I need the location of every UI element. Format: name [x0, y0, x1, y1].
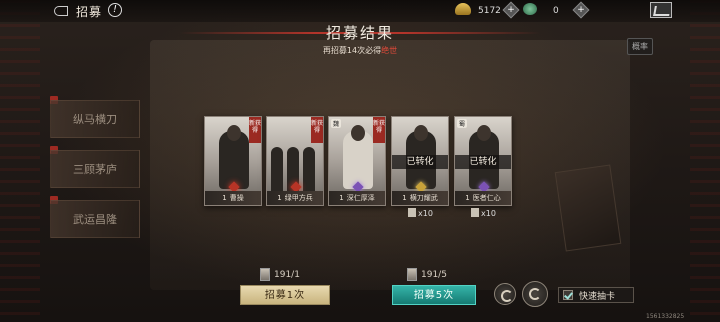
- recruit-once-button[interactable]: 招募1次: [240, 285, 330, 305]
- faction-label: 魏: [331, 119, 342, 128]
- back-icon[interactable]: [52, 4, 70, 16]
- skill-ring-icon[interactable]: [522, 281, 548, 307]
- top-bar: 招募 ! 5172 + 0 +: [0, 0, 720, 22]
- add-jade-button[interactable]: +: [572, 1, 590, 19]
- fragment-icon: [408, 208, 416, 217]
- card-cost: 1: [465, 194, 470, 202]
- recruit-five-button[interactable]: 招募5次: [392, 285, 476, 305]
- once-token-text: 191/1: [274, 269, 300, 280]
- pity-highlight: 绝世: [381, 46, 398, 55]
- card-name: 医者仁心: [472, 194, 501, 202]
- new-tag: 新获得: [249, 117, 261, 143]
- converted-label: 已转化: [392, 155, 448, 169]
- left-item-label: 三顾茅庐: [73, 163, 117, 176]
- quantity-value: x10: [481, 209, 496, 218]
- faction-label: 蜀: [457, 119, 468, 128]
- left-item-2[interactable]: 武运昌隆: [50, 200, 140, 238]
- card-nameplate: 1 曹操: [205, 191, 261, 205]
- new-tag: 新获得: [373, 117, 385, 143]
- card-name: 深仁厚泽: [346, 194, 375, 202]
- recruit-token-icon: [407, 268, 417, 281]
- book-decoration: [554, 164, 622, 252]
- left-item-label: 武运昌隆: [73, 213, 117, 226]
- result-card[interactable]: 已转化 1 横刀耀武: [391, 116, 449, 206]
- result-card[interactable]: 新获得 1 曹操: [204, 116, 262, 206]
- gold-ingot-icon: [455, 3, 471, 15]
- result-title: 招募结果: [325, 24, 394, 42]
- card-cost: 1: [222, 194, 227, 202]
- card-name: 曹操: [229, 194, 244, 202]
- card-nameplate: 1 医者仁心: [455, 191, 511, 205]
- card-cost: 1: [277, 194, 282, 202]
- left-panel: 纵马横刀 三顾茅庐 武运昌隆: [0, 30, 150, 322]
- card-quantity: x10: [408, 208, 433, 218]
- pity-text: 再招募14次必得: [322, 46, 382, 55]
- result-card[interactable]: 魏 新获得 1 深仁厚泽: [328, 116, 386, 206]
- converted-label: 已转化: [455, 155, 511, 169]
- card-cost: 1: [339, 194, 344, 202]
- five-token-count: 191/5: [407, 268, 447, 281]
- result-card[interactable]: 蜀 已转化 1 医者仁心: [454, 116, 512, 206]
- checkbox-icon[interactable]: [563, 290, 573, 300]
- card-name: 横刀耀武: [409, 194, 438, 202]
- left-item-label: 纵马横刀: [73, 113, 117, 126]
- card-nameplate: 1 深仁厚泽: [329, 191, 385, 205]
- jade-icon: [523, 3, 537, 15]
- quick-draw-label: 快速抽卡: [579, 291, 616, 302]
- quick-draw-toggle[interactable]: 快速抽卡: [558, 287, 634, 303]
- left-item-1[interactable]: 三顾茅庐: [50, 150, 140, 188]
- card-name: 绿甲方兵: [284, 194, 313, 202]
- fragment-icon: [471, 208, 479, 217]
- card-nameplate: 1 绿甲方兵: [267, 191, 323, 205]
- five-token-text: 191/5: [421, 269, 447, 280]
- new-tag: 新获得: [311, 117, 323, 143]
- add-gold-button[interactable]: +: [502, 1, 520, 19]
- card-cost: 1: [402, 194, 407, 202]
- probability-button[interactable]: 概率: [627, 38, 653, 55]
- gold-amount: 5172: [478, 6, 501, 16]
- jade-amount: 0: [553, 6, 559, 16]
- left-item-0[interactable]: 纵马横刀: [50, 100, 140, 138]
- refresh-icon[interactable]: [494, 283, 516, 305]
- once-token-count: 191/1: [260, 268, 300, 281]
- info-icon[interactable]: !: [108, 3, 122, 17]
- recruit-token-icon: [260, 268, 270, 281]
- mail-icon[interactable]: [650, 2, 672, 18]
- card-nameplate: 1 横刀耀武: [392, 191, 448, 205]
- page-title: 招募: [76, 5, 103, 19]
- card-quantity: x10: [471, 208, 496, 218]
- user-id: 1561332825: [646, 313, 685, 320]
- quantity-value: x10: [418, 209, 433, 218]
- pity-subtitle: 再招募14次必得绝世: [0, 45, 720, 56]
- result-card[interactable]: 新获得 1 绿甲方兵: [266, 116, 324, 206]
